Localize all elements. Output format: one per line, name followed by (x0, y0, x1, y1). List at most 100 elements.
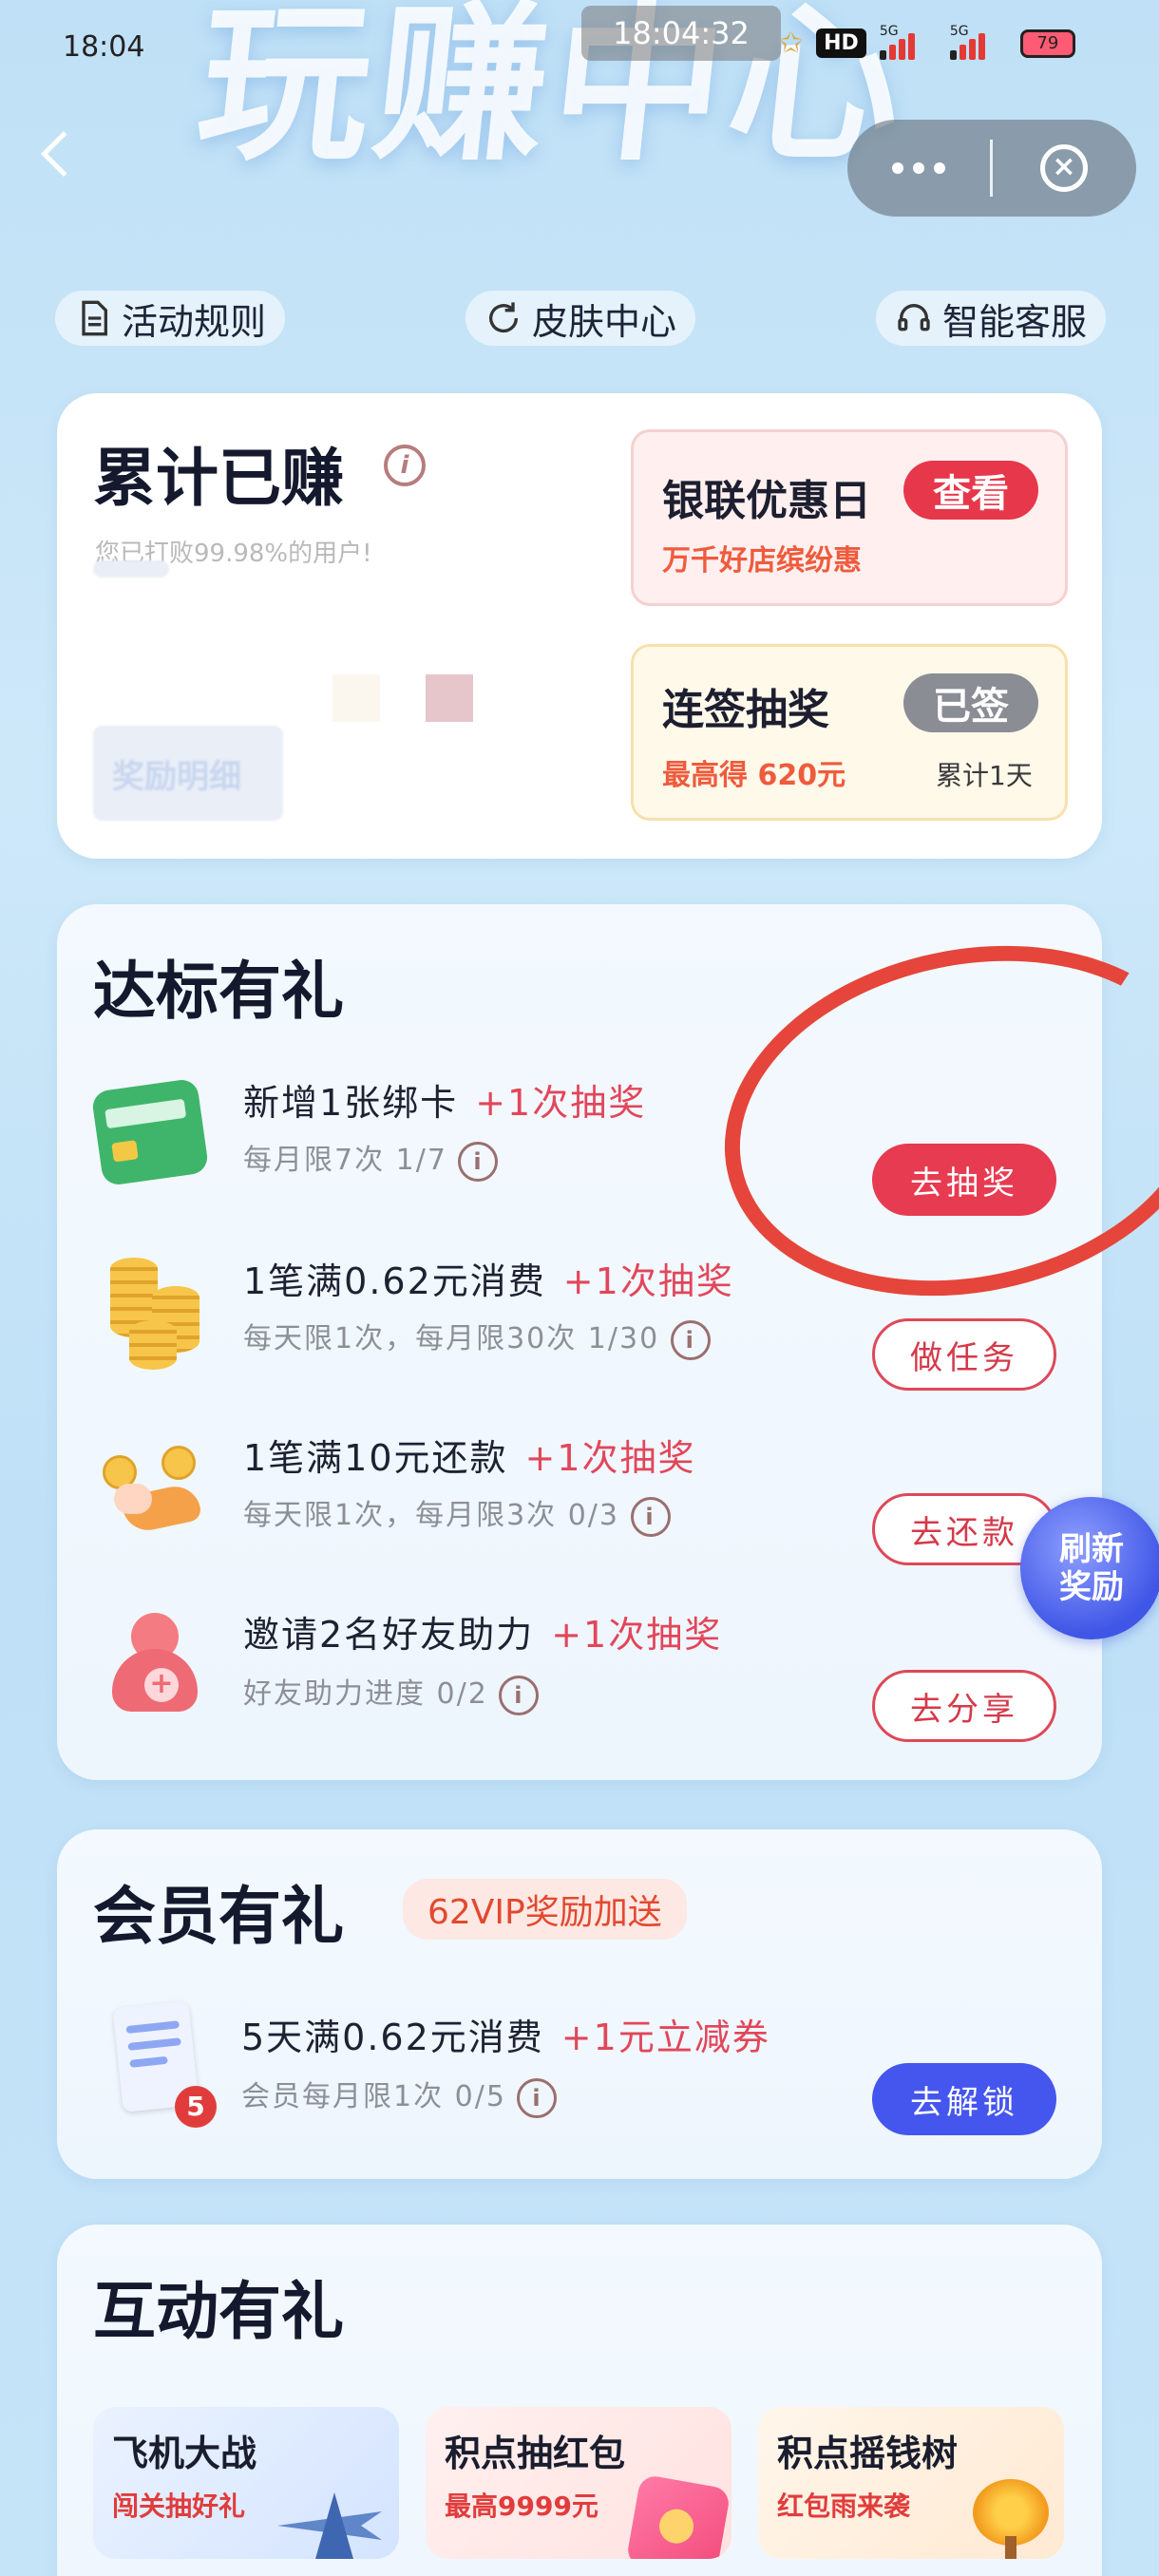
member-task-title-text: 5天满0.62元消费 (241, 2017, 544, 2058)
jet-icon (277, 2483, 391, 2559)
miniapp-capsule: × (847, 120, 1136, 217)
task-2-sub: 每天限1次，每月限30次 1/30 i (243, 1315, 711, 1360)
overlay-time: 18:04:32 (581, 6, 781, 61)
task-4-share-button[interactable]: 去分享 (872, 1670, 1056, 1742)
target-title-text: 达标有礼 (93, 955, 344, 1028)
plane-war-tile[interactable]: 飞机大战 闯关抽好礼 (93, 2407, 399, 2559)
info-icon[interactable]: i (670, 1319, 711, 1360)
customer-service-link[interactable]: 智能客服 (876, 291, 1107, 346)
signal-icon: 5G (879, 24, 937, 60)
refresh-rewards-button[interactable]: 刷新 奖励 (1020, 1497, 1159, 1639)
sign-in-title: 连签抽奖 (662, 686, 829, 734)
member-task-sub-text: 会员每月限1次 0/5 (241, 2080, 506, 2113)
task-3-title-text: 1笔满10元还款 (243, 1437, 508, 1479)
task-1-title: 新增1张绑卡 +1次抽奖 (243, 1073, 646, 1126)
interactive-section-title: 互动有礼 (93, 2261, 1138, 2352)
task-2-title: 1笔满0.62元消费 +1次抽奖 (243, 1252, 734, 1304)
member-task-bonus: +1元立减券 (560, 2017, 770, 2058)
task-1-bonus: +1次抽奖 (475, 1082, 647, 1124)
earned-title-text: 累计已赚 (93, 442, 344, 515)
money-tree-icon (963, 2479, 1058, 2559)
close-miniapp-button[interactable]: × (993, 144, 1135, 192)
task-3-bonus: +1次抽奖 (524, 1437, 696, 1479)
signed-button[interactable]: 已签 (903, 673, 1038, 732)
task-4-sub: 好友助力进度 0/2 i (243, 1670, 540, 1715)
task-3-sub-text: 每天限1次，每月限3次 0/3 (243, 1499, 619, 1532)
blurred-value-2 (426, 674, 473, 722)
vip-bonus-chip: 62VIP奖励加送 (403, 1879, 687, 1940)
red-packet-title: 积点抽红包 (445, 2433, 626, 2474)
sign-in-subtitle: 最高得 620元 (662, 751, 846, 793)
interactive-section: 互动有礼 飞机大战 闯关抽好礼 积点抽红包 最高9999元 积点摇钱树 红包雨来… (57, 2225, 1102, 2576)
bank-card-icon (90, 1077, 215, 1191)
task-2-bonus: +1次抽奖 (562, 1260, 734, 1302)
signal-icon-2: 5G (949, 24, 1007, 60)
rules-label: 活动规则 (122, 300, 267, 343)
task-4-title-text: 邀请2名好友助力 (243, 1614, 535, 1656)
refresh-line-1: 刷新 (1059, 1530, 1124, 1568)
task-1-sub-text: 每月限7次 1/7 (243, 1144, 447, 1177)
gold-coins-icon (101, 1258, 205, 1372)
blurred-amount (93, 560, 169, 578)
member-task-title: 5天满0.62元消费 +1元立减券 (241, 2008, 770, 2060)
task-3-title: 1笔满10元还款 +1次抽奖 (243, 1429, 696, 1481)
blurred-value-1 (332, 674, 380, 722)
interactive-title-text: 互动有礼 (93, 2275, 344, 2348)
more-menu-icon[interactable] (847, 162, 990, 174)
task-3-sub: 每天限1次，每月限3次 0/3 i (243, 1491, 671, 1537)
view-button[interactable]: 查看 (903, 461, 1038, 520)
task-2-sub-text: 每天限1次，每月限30次 1/30 (243, 1322, 660, 1355)
sign-in-prefix: 最高得 (662, 759, 758, 792)
plane-war-title: 飞机大战 (112, 2433, 257, 2474)
skin-center-label: 皮肤中心 (532, 300, 677, 343)
info-icon[interactable]: i (384, 445, 426, 486)
status-icons: ✩ HD 5G 5G 79 (779, 24, 1075, 60)
info-icon[interactable]: i (630, 1496, 671, 1537)
skin-center-link[interactable]: 皮肤中心 (466, 291, 696, 346)
member-task-sub: 会员每月限1次 0/5 i (241, 2073, 558, 2118)
member-title-text: 会员有礼 (93, 1880, 344, 1953)
unionpay-title: 银联优惠日 (662, 477, 871, 525)
task-4-bonus: +1次抽奖 (551, 1614, 723, 1656)
coin-hand-icon (95, 1436, 218, 1541)
refresh-line-2: 奖励 (1059, 1568, 1124, 1606)
task-2-do-button[interactable]: 做任务 (872, 1318, 1056, 1391)
sign-in-amount: 620元 (757, 759, 846, 792)
signal-label-2: 5G (949, 23, 969, 39)
task-1-sub: 每月限7次 1/7 i (243, 1136, 499, 1182)
refresh-icon (489, 302, 519, 333)
signal-label: 5G (879, 23, 899, 39)
red-packet-tile[interactable]: 积点抽红包 最高9999元 (426, 2407, 732, 2559)
unlock-button[interactable]: 去解锁 (872, 2063, 1056, 2135)
battery-icon: 79 (1019, 28, 1075, 58)
cumulative-days: 累计1天 (936, 760, 1033, 791)
sign-in-promo[interactable]: 连签抽奖 最高得 620元 已签 累计1天 (631, 644, 1068, 821)
hd-badge: HD (816, 28, 866, 58)
receipt-icon: 5 (108, 2000, 217, 2128)
banner-title: 玩赚中心 (189, 0, 918, 184)
info-icon[interactable]: i (458, 1141, 499, 1182)
status-time: 18:04 (63, 30, 145, 64)
task-4-title: 邀请2名好友助力 +1次抽奖 (243, 1605, 722, 1657)
unionpay-promo[interactable]: 银联优惠日 万千好店缤纷惠 查看 (631, 429, 1068, 606)
task-4-sub-text: 好友助力进度 0/2 (243, 1677, 488, 1711)
red-packet-icon (625, 2473, 732, 2559)
member-section: 会员有礼 62VIP奖励加送 5 5天满0.62元消费 +1元立减券 会员每月限1… (57, 1829, 1102, 2179)
reward-detail-button[interactable]: 奖励明细 (93, 726, 283, 821)
info-icon[interactable]: i (517, 2077, 558, 2118)
task-2-title-text: 1笔满0.62元消费 (243, 1260, 546, 1302)
headset-icon (898, 304, 930, 331)
receipt-badge: 5 (175, 2086, 217, 2128)
star-icon: ✩ (779, 27, 804, 60)
close-icon: × (1040, 144, 1088, 192)
info-icon[interactable]: i (499, 1675, 540, 1715)
customer-service-label: 智能客服 (942, 300, 1088, 343)
task-1-title-text: 新增1张绑卡 (243, 1082, 459, 1124)
money-tree-tile[interactable]: 积点摇钱树 红包雨来袭 (758, 2407, 1064, 2559)
document-icon (82, 300, 107, 336)
invite-friend-icon: + (103, 1607, 207, 1721)
money-tree-title: 积点摇钱树 (777, 2433, 959, 2474)
unionpay-subtitle: 万千好店缤纷惠 (662, 544, 862, 578)
back-arrow-icon[interactable] (40, 130, 87, 178)
rules-link[interactable]: 活动规则 (55, 291, 286, 346)
